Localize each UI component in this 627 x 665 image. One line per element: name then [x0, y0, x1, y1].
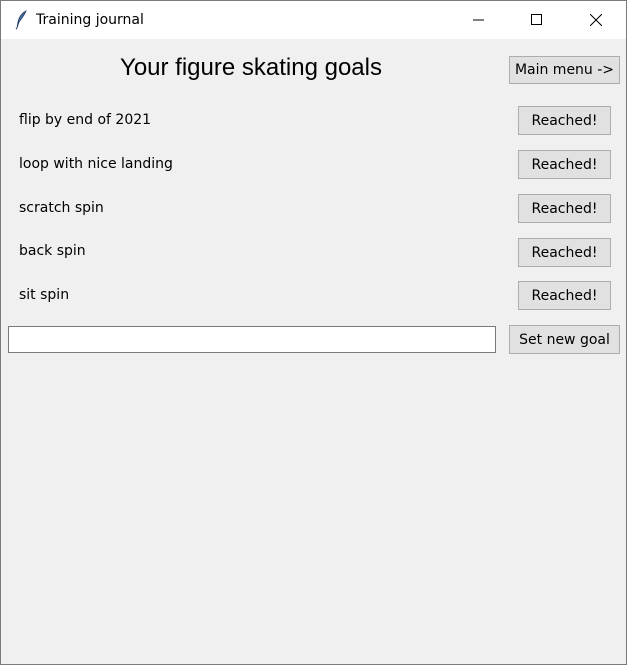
- close-icon: [590, 14, 602, 26]
- feather-icon: [13, 10, 29, 30]
- reached-button[interactable]: Reached!: [518, 106, 611, 135]
- title-bar[interactable]: Training journal: [1, 1, 626, 39]
- goal-label: flip by end of 2021: [19, 112, 152, 128]
- minimize-button[interactable]: [450, 1, 508, 39]
- reached-button[interactable]: Reached!: [518, 150, 611, 179]
- window-title: Training journal: [36, 12, 144, 28]
- goal-label: scratch spin: [19, 200, 104, 216]
- reached-button[interactable]: Reached!: [518, 281, 611, 310]
- set-new-goal-button[interactable]: Set new goal: [509, 325, 620, 354]
- goal-label: back spin: [19, 243, 86, 259]
- page-title: Your figure skating goals: [120, 54, 382, 81]
- main-menu-button[interactable]: Main menu ->: [509, 56, 620, 84]
- minimize-icon: [473, 19, 484, 21]
- reached-button[interactable]: Reached!: [518, 238, 611, 267]
- maximize-icon: [531, 14, 542, 25]
- new-goal-input[interactable]: [8, 326, 496, 353]
- app-window: Training journal Your figure skating goa…: [0, 0, 627, 665]
- goal-label: sit spin: [19, 287, 70, 303]
- goal-label: loop with nice landing: [19, 156, 173, 172]
- maximize-button[interactable]: [508, 1, 566, 39]
- close-button[interactable]: [567, 1, 625, 39]
- reached-button[interactable]: Reached!: [518, 194, 611, 223]
